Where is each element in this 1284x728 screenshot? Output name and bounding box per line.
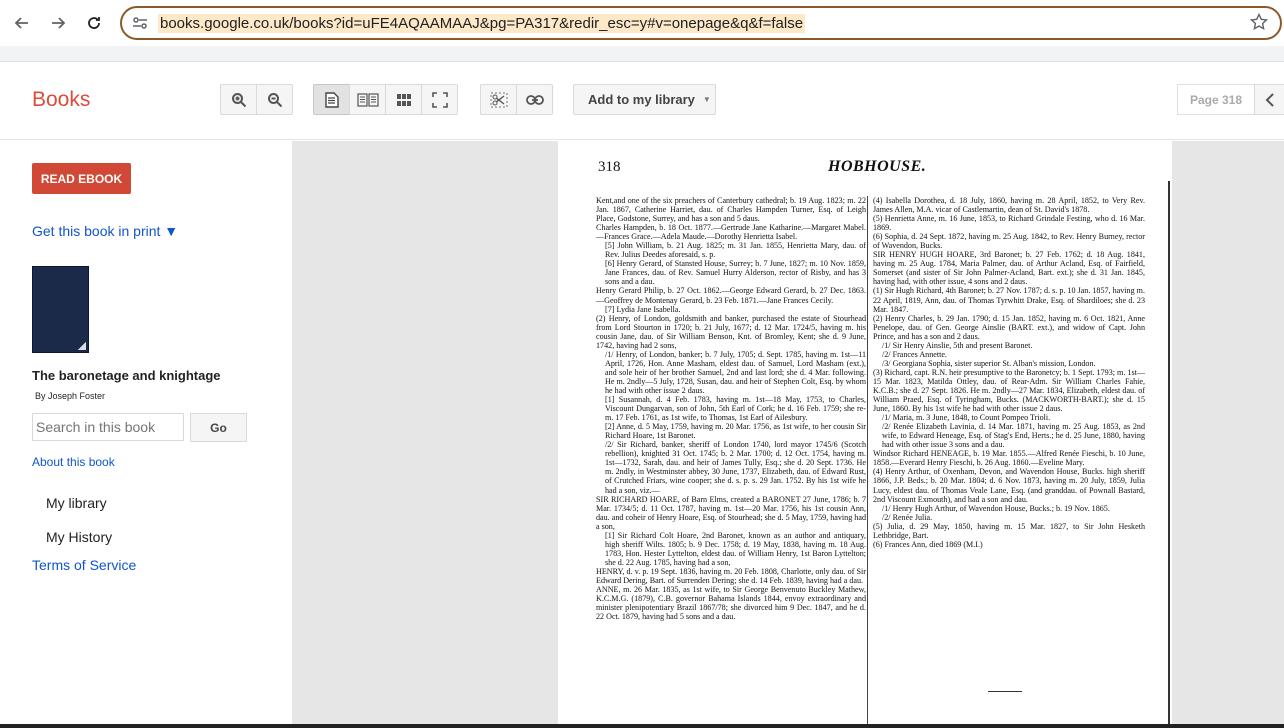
book-author: By Joseph Foster [35, 391, 106, 401]
page-paragraph: (5) Julia, d. 29 May, 1850, having m. 15… [873, 521, 1145, 540]
page-paragraph: SIR RICHARD HOARE, of Barn Elms, created… [596, 494, 866, 531]
page-paragraph: [2] Anne, d. 5 May, 1759, having m. 20 M… [605, 422, 866, 441]
zoom-out-icon[interactable] [256, 84, 293, 115]
page-paragraph: [7] Lydia Jane Isabella. [605, 304, 681, 314]
zoom-in-icon[interactable] [220, 84, 257, 115]
page-paragraph: /1/ Henry, of London, banker; b. 7 July,… [605, 349, 866, 395]
thumbnail-view-icon[interactable] [385, 84, 422, 115]
books-header: Books Add to my library ▼ Page 318 [0, 62, 1284, 140]
column-divider [867, 196, 868, 724]
caret-down-icon: ▼ [702, 95, 711, 104]
clip-icon[interactable] [480, 84, 517, 115]
page-paragraph: /1/ Maria, m. 3 June, 1848, to Count Pom… [882, 413, 1051, 423]
bookmark-star-icon[interactable] [1249, 12, 1269, 36]
bookmark-strip [0, 46, 1284, 62]
page-paragraph: /1/ Henry Hugh Arthur, of Wavendon House… [882, 503, 1110, 513]
two-page-view-icon[interactable] [349, 84, 386, 115]
get-in-print-link[interactable]: Get this book in print ▼ [32, 223, 178, 239]
page-paragraph: /1/ Sir Henry Ainslie, 5th and present B… [882, 340, 1033, 350]
page-paragraph: [1] Sir Richard Colt Hoare, 2nd Baronet,… [605, 530, 866, 567]
single-page-view-icon[interactable] [313, 84, 350, 115]
book-viewer[interactable]: 318 HOBHOUSE. Kent,and one of the six pr… [292, 141, 1284, 728]
clip-link-controls [480, 84, 553, 115]
view-mode-controls [313, 84, 458, 115]
add-to-library-button[interactable]: Add to my library ▼ [573, 84, 716, 115]
my-library-link[interactable]: My library [46, 495, 107, 511]
page-paragraph: /2/ Renée Julia. [882, 512, 933, 522]
zoom-controls [220, 84, 293, 115]
search-in-book-input[interactable] [32, 413, 184, 441]
page-paragraph: SIR HENRY HUGH HOARE, 3rd Baronet; b. 27… [873, 250, 1145, 287]
page-paragraph: /3/ Georgiana Sophia, sister superior St… [882, 358, 1096, 368]
reload-icon[interactable] [76, 5, 112, 41]
page-paragraph: /2/ Frances Annette. [882, 349, 947, 359]
left-text-column: Kent,and one of the six preachers of Can… [596, 196, 866, 621]
my-history-link[interactable]: My History [46, 529, 112, 545]
page-paragraph: (6) Frances Ann, died 1869 (M.I.) [873, 539, 983, 549]
running-head: HOBHOUSE. [828, 158, 927, 175]
address-bar[interactable]: books.google.co.uk/books?id=uFE4AQAAMAAJ… [120, 6, 1282, 40]
page-number: 318 [598, 159, 621, 175]
book-cover-thumbnail[interactable] [32, 266, 89, 353]
link-icon[interactable] [516, 84, 553, 115]
previous-page-icon[interactable] [1254, 84, 1284, 115]
page-paragraph: [6] Henry Gerard, of Stansted House, Sur… [605, 259, 866, 287]
page-paragraph: (4) Henry Arthur, of Oxenham, Devon, and… [873, 467, 1145, 504]
window-bottom-edge [0, 724, 1284, 728]
book-page-scan: 318 HOBHOUSE. Kent,and one of the six pr… [558, 141, 1172, 728]
page-edge [1168, 181, 1170, 728]
page-paragraph: /2/ Renée Elizabeth Lavinia, d. 14 Mar. … [882, 422, 1145, 450]
page-paragraph: Charles Hampden, b. 18 Oct. 1877.—Gertru… [596, 223, 866, 242]
page-paragraph: (2) Henry, of London, goldsmith and bank… [596, 313, 866, 350]
add-to-library-label: Add to my library [588, 92, 695, 107]
terms-of-service-link[interactable]: Terms of Service [32, 557, 136, 573]
read-ebook-button[interactable]: READ EBOOK [32, 163, 131, 194]
url-text[interactable]: books.google.co.uk/books?id=uFE4AQAAMAAJ… [158, 13, 806, 33]
page-paragraph: (2) Henry Charles, b. 29 Jan. 1790; d. 1… [873, 313, 1145, 341]
page-paragraph: Windsor Richard HENEAGE, b. 19 Mar. 1855… [873, 449, 1145, 468]
forward-icon[interactable] [40, 5, 76, 41]
about-this-book-link[interactable]: About this book [32, 455, 115, 469]
book-sidebar: READ EBOOK Get this book in print ▼ The … [0, 141, 292, 728]
page-paragraph: Henry Gerard Philip, b. 27 Oct. 1862.—Ge… [596, 286, 866, 305]
fullscreen-icon[interactable] [421, 84, 458, 115]
page-paragraph: Kent,and one of the six preachers of Can… [596, 196, 866, 224]
go-button[interactable]: Go [190, 413, 247, 442]
right-text-column: (4) Isabella Dorothea, d. 18 July, 1860,… [873, 196, 1145, 549]
page-paragraph: [5] John William, b. 21 Aug. 1825; m. 31… [605, 241, 866, 260]
book-title: The baronetage and knightage [32, 368, 221, 383]
page-indicator: Page 318 [1177, 84, 1255, 115]
page-paragraph: HENRY, d. v. p. 19 Sept. 1836, having m.… [596, 566, 866, 585]
page-paragraph: (4) Isabella Dorothea, d. 18 July, 1860,… [873, 196, 1145, 215]
page-paragraph: (3) Richard, capt. R.N. heir presumptive… [873, 367, 1145, 414]
back-icon[interactable] [4, 5, 40, 41]
page-paragraph: /2/ Sir Richard, banker, sheriff of Lond… [605, 440, 866, 495]
books-logo[interactable]: Books [32, 88, 90, 112]
page-paragraph: [1] Susannah, d. 4 Feb. 1783, having m. … [605, 395, 866, 423]
page-paragraph: (6) Sophia, d. 24 Sept. 1872, having m. … [873, 232, 1145, 251]
page-paragraph: (1) Sir Hugh Richard, 4th Baronet; b. 27… [873, 286, 1145, 314]
page-paragraph: ANNE, m. 26 Mar. 1835, as 1st wife, to S… [596, 585, 866, 622]
footer-rule [988, 691, 1022, 692]
page-paragraph: (5) Henrietta Anne, m. 16 June, 1853, to… [873, 214, 1145, 233]
site-info-icon[interactable] [122, 16, 158, 30]
